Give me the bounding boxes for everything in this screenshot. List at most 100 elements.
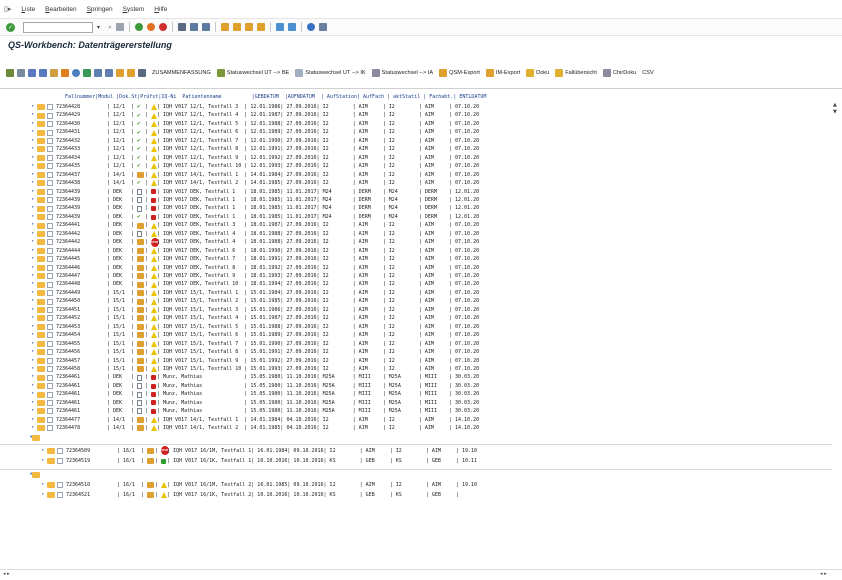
row-checkbox[interactable]	[47, 366, 53, 373]
menu-item-springen[interactable]: Springen	[87, 6, 113, 13]
expand-icon[interactable]: ▸	[29, 357, 37, 365]
table-row[interactable]: ▸ 72364461 | DEK | | | Munz, Mathias | 15.0…	[0, 382, 832, 390]
cancel-icon[interactable]	[158, 23, 167, 31]
table-row[interactable]: ▸ 72364439 | DEK | | | IQH V017 DEK, Testfa…	[0, 188, 832, 196]
table-row[interactable]: ▸ 72364477 | 14/1 | | | IQH V017 14/1, Test…	[0, 416, 832, 424]
scroll-down-icon[interactable]: ▼	[833, 109, 837, 115]
row-checkbox[interactable]	[57, 447, 63, 454]
expand-icon[interactable]: ▸	[29, 103, 37, 111]
table-row[interactable]: ▸ 72364439 | DEK | | | IQH V017 DEK, Testfa…	[0, 196, 832, 204]
filter-delete-icon[interactable]	[127, 69, 135, 78]
table-row[interactable]: ▸ 72364461 | DEK | | | Munz, Mathias | 15.0…	[0, 373, 832, 381]
row-checkbox[interactable]	[47, 154, 53, 161]
expand-icon[interactable]: ▸	[29, 407, 37, 415]
expand-icon[interactable]: ▸	[29, 323, 37, 331]
enter-check-icon[interactable]: ✓	[6, 22, 15, 32]
row-checkbox[interactable]	[47, 323, 53, 330]
table-row[interactable]: ▸ 72364433 | 12/1 | ✔ | | IQH V017 12/1, Tes…	[0, 145, 832, 153]
expand-icon[interactable]: ▸	[29, 280, 37, 288]
expand-icon[interactable]: ▸	[29, 171, 37, 179]
expand-icon[interactable]: ▸	[29, 230, 37, 238]
row-checkbox[interactable]	[47, 307, 53, 314]
table-row[interactable]: ▸ 72364510 | 16/1 | | | IQH V017 16/1M, Tes…	[0, 481, 832, 489]
table-row[interactable]: ▸ 72364450 | 15/1 | | | IQH V017 15/1, Test…	[0, 297, 832, 305]
table-row[interactable]: ▸ 72364441 | DEK | | | IQH V017 DEK, Testfa…	[0, 221, 832, 229]
expand-icon[interactable]: ▸	[39, 491, 47, 499]
row-checkbox[interactable]	[57, 458, 63, 465]
expand-icon[interactable]: ▸	[29, 111, 37, 119]
row-checkbox[interactable]	[47, 138, 53, 145]
menu-item-system[interactable]: System	[123, 6, 145, 13]
expand-icon[interactable]: ▸	[29, 145, 37, 153]
expand-icon[interactable]: ▸	[29, 196, 37, 204]
table-row[interactable]: ▸ 72364439 | DEK | | | IQH V017 DEK, Testfa…	[0, 204, 832, 212]
row-checkbox[interactable]	[47, 425, 53, 432]
expand-icon[interactable]: ▸	[29, 314, 37, 322]
expand-icon[interactable]: ▸	[29, 188, 37, 196]
table-row[interactable]: ▸ 72364428 | 12/1 | ✔ | | IQH V017 12/1, Tes…	[0, 103, 832, 111]
row-checkbox[interactable]	[47, 112, 53, 119]
layout-save-icon[interactable]	[105, 69, 113, 78]
sort-desc-icon[interactable]	[39, 69, 47, 78]
expand-icon[interactable]: ▸	[29, 137, 37, 145]
info-icon[interactable]	[72, 69, 80, 78]
table-row[interactable]: ▸ 72364448 | DEK | | | IQH V017 DEK, Testfa…	[0, 280, 832, 288]
layout-choose-icon[interactable]	[94, 69, 102, 78]
row-checkbox[interactable]	[47, 264, 53, 271]
row-checkbox[interactable]	[47, 340, 53, 347]
zusammenfassung-button[interactable]: ZUSAMMENFASSUNG	[152, 69, 211, 77]
exit-icon[interactable]	[146, 23, 155, 31]
new-session-icon[interactable]	[275, 23, 284, 31]
table-row[interactable]: ▸ 72364447 | DEK | | | IQH V017 DEK, Testfa…	[0, 272, 832, 280]
status-ut-be-button[interactable]: Statuswechsel UT --> BE	[216, 69, 289, 78]
expand-icon[interactable]: ▸	[29, 365, 37, 373]
row-checkbox[interactable]	[57, 491, 63, 498]
row-checkbox[interactable]	[47, 408, 53, 415]
table-row[interactable]: ▸ 72364451 | 15/1 | | | IQH V017 15/1, Test…	[0, 306, 832, 314]
expand-icon[interactable]: ▸	[39, 457, 47, 465]
print-icon[interactable]	[177, 23, 186, 31]
expand-icon[interactable]: ▸	[29, 264, 37, 272]
row-checkbox[interactable]	[47, 357, 53, 364]
expand-icon[interactable]: ▸	[39, 481, 47, 489]
shortcut-icon[interactable]	[287, 23, 296, 31]
expand-icon[interactable]: ▸	[29, 179, 37, 187]
expand-icon[interactable]: ▸	[29, 340, 37, 348]
table-row[interactable]: ▸ 72364431 | 12/1 | ✔ | | IQH V017 12/1, Tes…	[0, 128, 832, 136]
prev-page-icon[interactable]	[232, 23, 241, 31]
row-checkbox[interactable]	[47, 188, 53, 195]
row-checkbox[interactable]	[47, 163, 53, 170]
select-all-icon[interactable]	[17, 69, 25, 78]
expand-icon[interactable]: ▸	[29, 382, 37, 390]
table-row[interactable]: ▸ 72364461 | DEK | | | Munz, Mathias | 15.0…	[0, 390, 832, 398]
layout-icon[interactable]	[318, 23, 327, 31]
table-row[interactable]: ▸ 72364446 | DEK | | | IQH V017 DEK, Testfa…	[0, 264, 832, 272]
expand-icon[interactable]: ▸	[29, 204, 37, 212]
row-checkbox[interactable]	[47, 374, 53, 381]
row-checkbox[interactable]	[47, 273, 53, 280]
table-row[interactable]: ▸ 72364442 | DEK | | | IQH V017 DEK, Testfa…	[0, 230, 832, 238]
expand-icon[interactable]: ▸	[29, 272, 37, 280]
table-row[interactable]: ▸ 72364457 | 15/1 | | | IQH V017 15/1, Test…	[0, 357, 832, 365]
row-checkbox[interactable]	[47, 214, 53, 221]
expand-icon[interactable]: ▸	[29, 128, 37, 136]
save-icon[interactable]	[115, 23, 124, 31]
status-ut-ik-button[interactable]: Statuswechsel UT --> IK	[295, 69, 366, 78]
doku-button[interactable]: Doku	[526, 69, 549, 78]
row-checkbox[interactable]	[47, 416, 53, 423]
details-icon[interactable]	[6, 69, 14, 78]
table-row[interactable]: ▸ 72364461 | DEK | | | Munz, Mathias | 15.0…	[0, 407, 832, 415]
subtotal-icon[interactable]	[138, 69, 146, 78]
row-checkbox[interactable]	[47, 180, 53, 187]
expand-icon[interactable]: ▸	[29, 221, 37, 229]
row-checkbox[interactable]	[47, 315, 53, 322]
menu-item-hilfe[interactable]: Hilfe	[154, 6, 167, 13]
table-row[interactable]: ▸ 72364478 | 14/1 | | | IQH V017 14/1, Test…	[0, 424, 832, 432]
table-row[interactable]: ▸ 72364430 | 12/1 | ✔ | | IQH V017 12/1, Tes…	[0, 120, 832, 128]
command-dropdown-icon[interactable]: ▾	[97, 24, 100, 31]
spreadsheet-icon[interactable]	[83, 69, 91, 78]
expand-icon[interactable]: ▸	[29, 120, 37, 128]
row-checkbox[interactable]	[47, 121, 53, 128]
find-next-icon[interactable]	[201, 23, 210, 31]
expand-icon[interactable]: ▸	[29, 213, 37, 221]
